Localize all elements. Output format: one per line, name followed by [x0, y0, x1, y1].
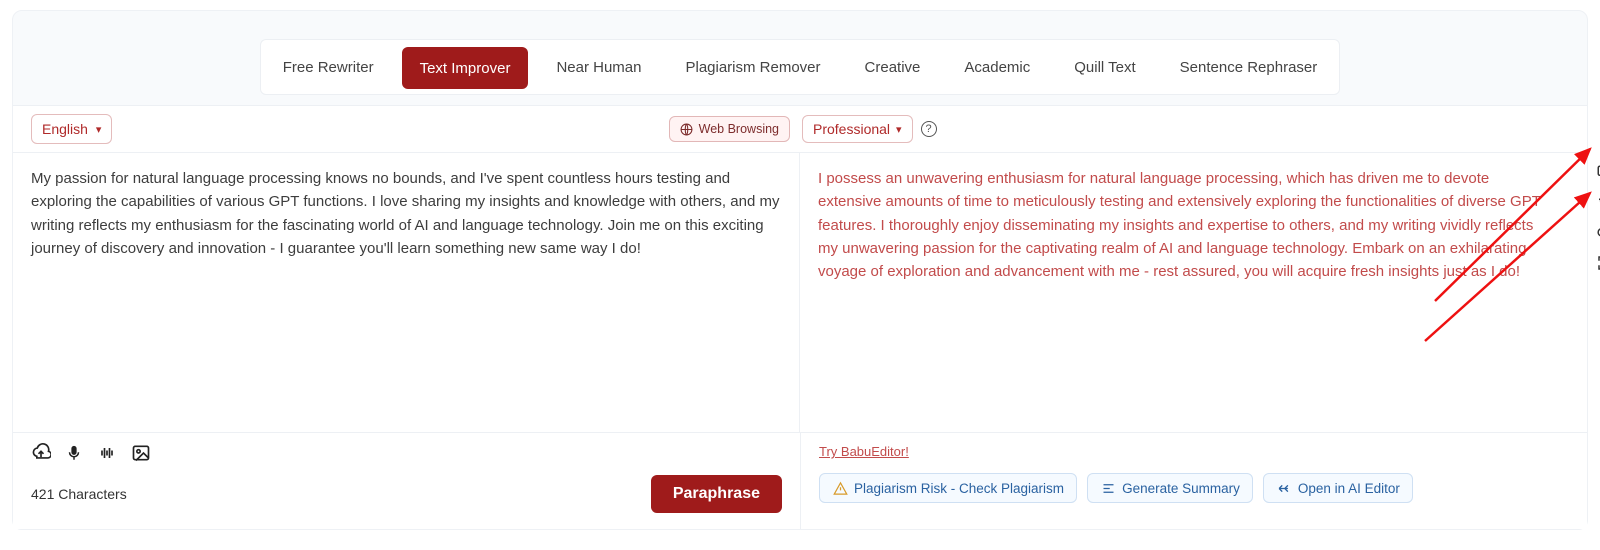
open-ai-editor-chip[interactable]: Open in AI Editor [1263, 473, 1413, 503]
chevron-down-icon: ▾ [96, 123, 102, 136]
input-action-icons [13, 433, 800, 467]
tab-free-rewriter[interactable]: Free Rewriter [261, 40, 396, 94]
delete-icon[interactable] [1595, 193, 1600, 213]
tab-bar: Free Rewriter Text Improver Near Human P… [260, 39, 1341, 95]
audio-wave-icon[interactable] [97, 443, 117, 463]
tab-text-improver[interactable]: Text Improver [402, 47, 529, 89]
output-pane: I possess an unwavering enthusiasm for n… [800, 153, 1587, 432]
bottom-left-lower: 421 Characters Paraphrase [13, 467, 800, 529]
tab-near-human[interactable]: Near Human [534, 40, 663, 94]
tab-plagiarism-remover[interactable]: Plagiarism Remover [663, 40, 842, 94]
image-icon[interactable] [131, 443, 151, 463]
panes: My passion for natural language processi… [13, 153, 1587, 433]
help-icon[interactable]: ? [921, 121, 937, 137]
try-babueditor-link[interactable]: Try BabuEditor! [819, 444, 909, 459]
input-text[interactable]: My passion for natural language processi… [13, 153, 799, 274]
paraphrase-button[interactable]: Paraphrase [651, 475, 782, 513]
editor-icon [1276, 480, 1292, 496]
expand-icon[interactable] [1595, 253, 1600, 273]
language-select-label: English [42, 121, 88, 137]
plagiarism-chip-label: Plagiarism Risk - Check Plagiarism [854, 481, 1064, 496]
summary-icon [1100, 480, 1116, 496]
bottom-left: 421 Characters Paraphrase [13, 433, 800, 529]
download-icon[interactable] [1595, 223, 1600, 243]
output-side-icons [1595, 163, 1600, 273]
try-link-row: Try BabuEditor! [801, 433, 1587, 465]
copy-icon[interactable] [1595, 163, 1600, 183]
editor-chip-label: Open in AI Editor [1298, 481, 1400, 496]
toolbar: English ▾ Web Browsing Professional ▾ ? [13, 105, 1587, 153]
plagiarism-check-chip[interactable]: Plagiarism Risk - Check Plagiarism [819, 473, 1077, 503]
tone-select[interactable]: Professional ▾ [802, 115, 913, 143]
left-toolbar: English ▾ Web Browsing [31, 114, 790, 144]
character-count: 421 Characters [31, 486, 127, 502]
tab-sentence-rephraser[interactable]: Sentence Rephraser [1158, 40, 1340, 94]
tone-select-label: Professional [813, 121, 890, 137]
chip-row: Plagiarism Risk - Check Plagiarism Gener… [801, 465, 1587, 519]
output-text: I possess an unwavering enthusiasm for n… [800, 153, 1587, 297]
tabs-wrap: Free Rewriter Text Improver Near Human P… [13, 11, 1587, 95]
bottom-right: Try BabuEditor! Plagiarism Risk - Check … [800, 433, 1587, 529]
tab-creative[interactable]: Creative [843, 40, 943, 94]
app-card: Free Rewriter Text Improver Near Human P… [12, 10, 1588, 530]
summary-chip-label: Generate Summary [1122, 481, 1240, 496]
warning-icon [832, 480, 848, 496]
globe-icon [680, 123, 693, 136]
chevron-down-icon: ▾ [896, 123, 902, 136]
input-pane: My passion for natural language processi… [13, 153, 800, 432]
language-select[interactable]: English ▾ [31, 114, 112, 144]
right-toolbar: Professional ▾ ? [790, 115, 1569, 143]
tab-academic[interactable]: Academic [942, 40, 1052, 94]
bottom-bar: 421 Characters Paraphrase Try BabuEditor… [13, 433, 1587, 529]
tab-quill-text[interactable]: Quill Text [1052, 40, 1157, 94]
generate-summary-chip[interactable]: Generate Summary [1087, 473, 1253, 503]
web-browsing-toggle[interactable]: Web Browsing [669, 116, 790, 142]
web-browsing-label: Web Browsing [699, 122, 779, 136]
upload-icon[interactable] [31, 443, 51, 463]
microphone-icon[interactable] [65, 444, 83, 462]
